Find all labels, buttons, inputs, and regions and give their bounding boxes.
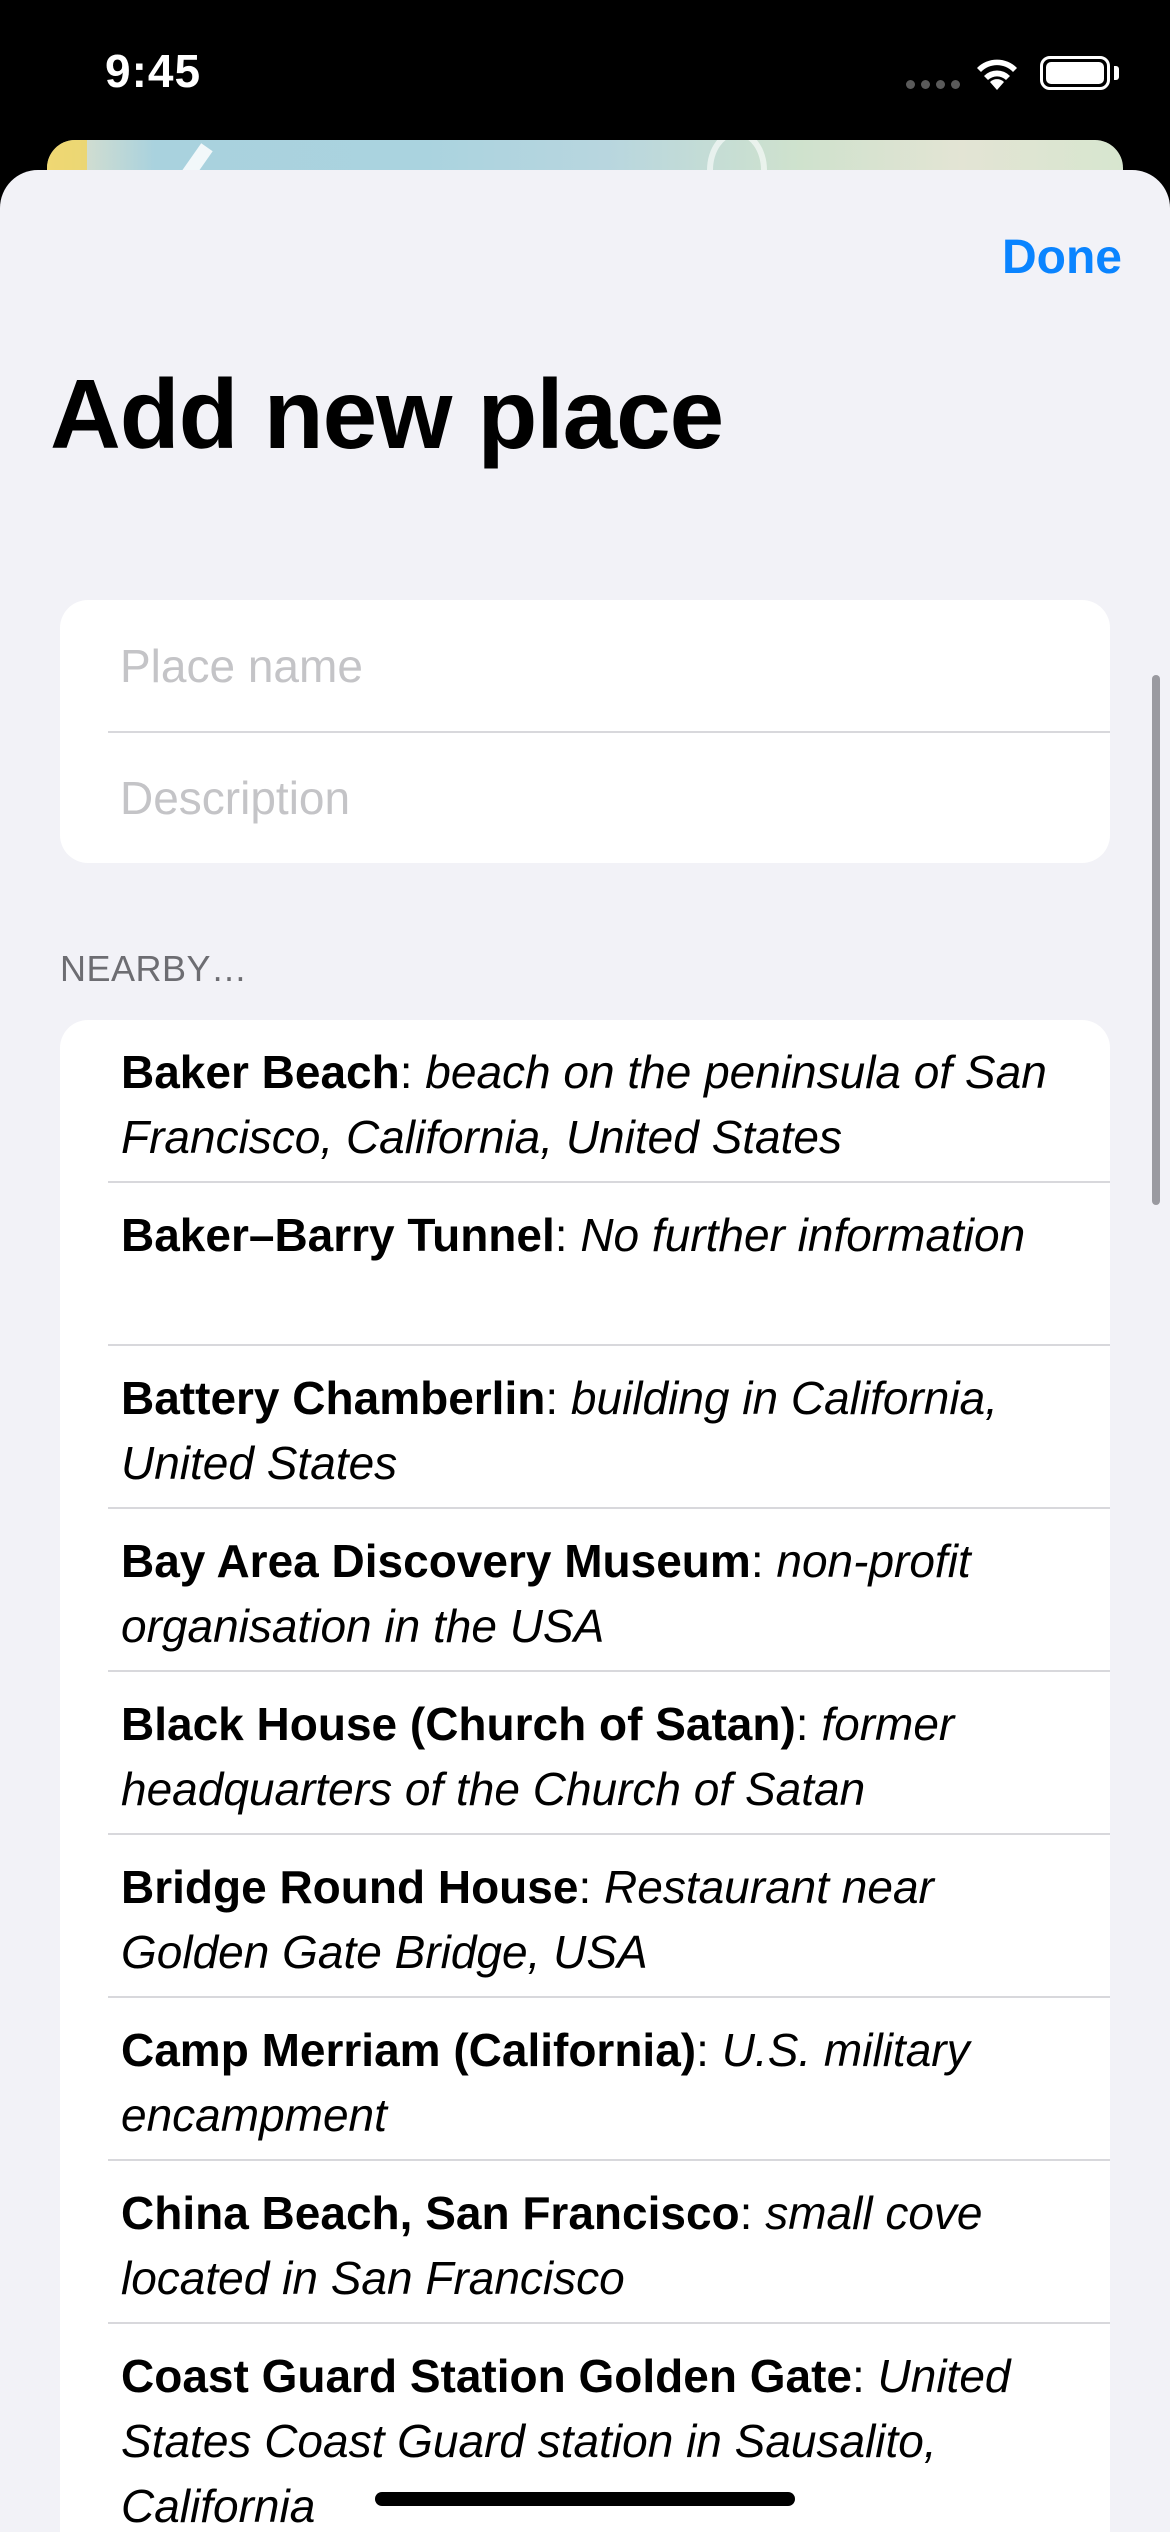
place-name: Coast Guard Station Golden Gate [121,2350,852,2402]
place-name-input[interactable] [120,630,1080,702]
wifi-icon [977,59,1017,90]
page-title: Add new place [50,359,724,469]
place-name: Battery Chamberlin [121,1372,546,1424]
nearby-list: Baker Beach: beach on the peninsula of S… [60,1020,1110,2532]
list-item[interactable]: Bay Area Discovery Museum: non-profit or… [60,1509,1110,1672]
place-description: No further information [580,1209,1026,1261]
list-item[interactable]: Baker Beach: beach on the peninsula of S… [60,1020,1110,1183]
battery-cap [1114,66,1119,80]
place-name: Baker–Barry Tunnel [121,1209,555,1261]
screen: 9:45 Done Add new place NEARBY… [0,0,1170,2532]
place-name: Camp Merriam (California) [121,2024,697,2076]
place-name-row [60,600,1110,733]
list-item[interactable]: China Beach, San Francisco: small cove l… [60,2161,1110,2324]
list-item[interactable]: Battery Chamberlin: building in Californ… [60,1346,1110,1509]
description-input[interactable] [120,762,1080,834]
place-name: China Beach, San Francisco [121,2187,740,2239]
battery-icon [1040,56,1110,90]
place-name: Bridge Round House [121,1861,579,1913]
add-place-sheet: Done Add new place NEARBY… Baker Beach: … [0,170,1170,2532]
done-button[interactable]: Done [1002,230,1122,285]
place-name: Baker Beach [121,1046,400,1098]
place-name: Bay Area Discovery Museum [121,1535,751,1587]
cellular-signal-icon [906,80,960,89]
status-bar: 9:45 [0,0,1170,140]
list-item[interactable]: Bridge Round House: Restaurant near Gold… [60,1835,1110,1998]
nearby-section-header: NEARBY… [60,948,248,989]
description-row [60,732,1110,863]
list-item[interactable]: Black House (Church of Satan): former he… [60,1672,1110,1835]
place-form [60,600,1110,863]
home-indicator[interactable] [375,2492,795,2506]
scroll-indicator[interactable] [1152,675,1160,1205]
place-name: Black House (Church of Satan) [121,1698,796,1750]
list-item[interactable]: Baker–Barry Tunnel: No further informati… [60,1183,1110,1346]
status-time: 9:45 [105,45,202,97]
list-item[interactable]: Camp Merriam (California): U.S. military… [60,1998,1110,2161]
